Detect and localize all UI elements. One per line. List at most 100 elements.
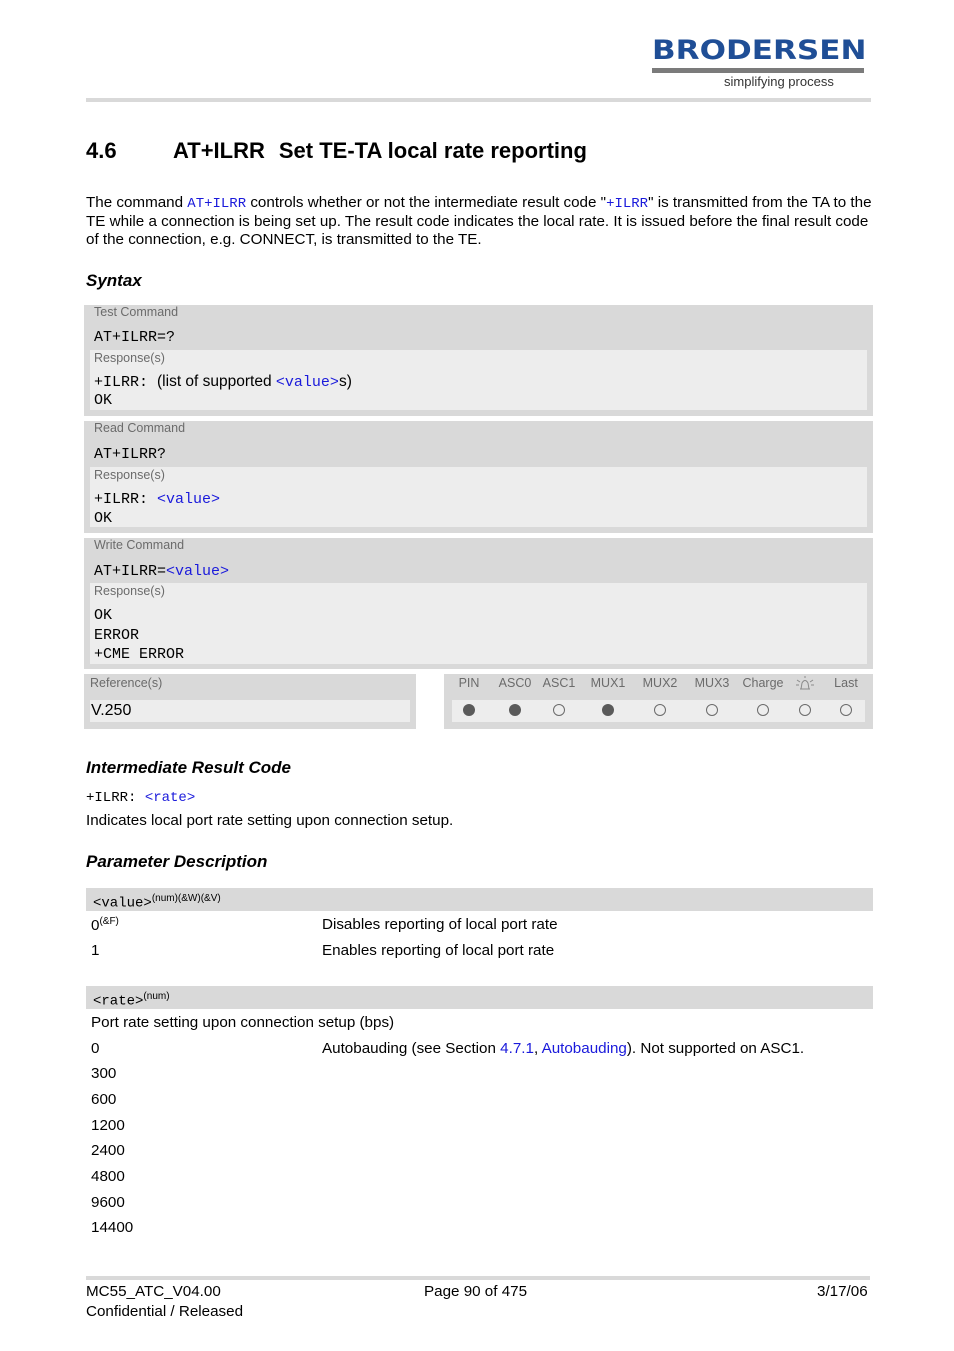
syntax-heading: Syntax: [86, 271, 142, 290]
mode-label: MUX2: [642, 676, 678, 690]
brand-logo: BRODERSEN: [652, 35, 867, 66]
value-param-link[interactable]: <value>: [166, 563, 229, 580]
mode-supported-dot: [463, 704, 475, 716]
mode-label: MUX1: [590, 676, 626, 690]
rate-param-header: <rate>(num): [86, 986, 873, 1010]
response-label: Response(s): [94, 584, 165, 598]
mode-unsupported-dot: [706, 704, 718, 716]
rate-value: 600: [91, 1091, 117, 1108]
urc-prefix: +ILRR:: [86, 790, 145, 806]
value-row-desc: Disables reporting of local port rate: [322, 916, 558, 933]
write-command-block: Write Command AT+ILRR=<value> Response(s…: [84, 538, 873, 669]
test-command-block: Test Command AT+ILRR=? Response(s) +ILRR…: [84, 305, 873, 416]
param-attrs: (num)(&W)(&V): [151, 893, 221, 904]
intro-paragraph: The command AT+ILRR controls whether or …: [86, 194, 872, 249]
param-name-text: <value>: [93, 895, 152, 912]
write-command-prefix: AT+ILRR=: [94, 563, 167, 580]
mode-supported-dot: [602, 704, 614, 716]
mode-support-table: PIN ASC0 ASC1 MUX1 MUX2 MUX3 Charge Last: [444, 674, 873, 729]
rate-param-link[interactable]: <rate>: [145, 790, 195, 806]
reference-value: V.250: [90, 700, 410, 722]
rate-row-desc: Autobauding (see Section 4.7.1, Autobaud…: [322, 1040, 804, 1057]
urc-heading: Intermediate Result Code: [86, 758, 291, 777]
rate-value: 14400: [91, 1219, 134, 1236]
test-response-line: +ILRR: (list of supported <value>s): [94, 373, 352, 391]
read-response-ok: OK: [94, 510, 113, 527]
test-response-ok: OK: [94, 392, 113, 409]
urc-description: Indicates local port rate setting upon c…: [86, 812, 454, 829]
footer-page-number: Page 90 of 475: [424, 1283, 528, 1300]
brand-tagline: simplifying process: [724, 74, 834, 89]
read-response-block: Response(s) +ILRR: <value> OK: [90, 467, 867, 527]
autobauding-link[interactable]: Autobauding: [542, 1040, 627, 1057]
read-command: AT+ILRR?: [94, 446, 167, 463]
value-param-header: <value>(num)(&W)(&V): [86, 888, 873, 912]
test-command-label: Test Command: [94, 305, 179, 319]
mode-label: ASC1: [542, 676, 576, 690]
value-row-key: 0(&F): [91, 916, 119, 934]
mode-label: MUX3: [694, 676, 730, 690]
mode-unsupported-dot: [799, 704, 811, 716]
footer-date: 3/17/06: [817, 1283, 868, 1300]
mode-unsupported-dot: [654, 704, 666, 716]
write-response-error: ERROR: [94, 627, 140, 644]
test-response-block: Response(s) +ILRR: (list of supported <v…: [90, 350, 867, 410]
rate-desc-text: Autobauding (see Section: [322, 1040, 501, 1057]
footer-doc-id: MC55_ATC_V04.00: [86, 1283, 221, 1300]
urc-link[interactable]: +ILRR: [606, 196, 648, 212]
response-label: Response(s): [94, 468, 165, 482]
rate-value: 2400: [91, 1142, 125, 1159]
write-response-cme-error: +CME ERROR: [94, 646, 185, 663]
rate-value: 9600: [91, 1194, 125, 1211]
mode-unsupported-dot: [840, 704, 852, 716]
reference-block: Reference(s) V.250: [84, 674, 416, 729]
write-command-label: Write Command: [94, 538, 185, 552]
test-command: AT+ILRR=?: [94, 329, 176, 346]
response-label: Response(s): [94, 351, 165, 365]
rate-value: 1200: [91, 1117, 125, 1134]
intro-text: controls whether or not the intermediate…: [246, 194, 607, 211]
urc-syntax: +ILRR: <rate>: [86, 790, 195, 806]
param-name-text: <rate>: [93, 993, 144, 1010]
param-heading: Parameter Description: [86, 852, 268, 871]
mode-label: ASC0: [498, 676, 532, 690]
section-number: 4.6: [86, 138, 117, 163]
section-title: 4.6 AT+ILRR Set TE-TA local rate reporting: [86, 138, 587, 164]
intro-text: The command: [86, 194, 188, 211]
value-param-link[interactable]: <value>: [157, 491, 220, 508]
section-command: AT+ILRR: [173, 138, 265, 163]
reference-text: V.250: [91, 702, 132, 719]
write-command: AT+ILRR=<value>: [94, 563, 229, 580]
response-prefix: +ILRR:: [94, 374, 158, 391]
read-response-line: +ILRR: <value>: [94, 491, 220, 508]
rate-row-key: 0: [91, 1040, 100, 1057]
rate-desc-text: ,: [533, 1040, 542, 1057]
header-rule: [86, 98, 871, 102]
command-link[interactable]: AT+ILRR: [187, 196, 246, 212]
param-attrs: (num): [143, 991, 170, 1002]
value-default-marker: (&F): [99, 916, 119, 927]
mode-label: Last: [834, 676, 858, 690]
read-command-label: Read Command: [94, 421, 186, 435]
read-command-block: Read Command AT+ILRR? Response(s) +ILRR:…: [84, 421, 873, 533]
mode-label: PIN: [458, 676, 480, 690]
rate-param-name: <rate>(num): [93, 991, 170, 1010]
response-text: (list of supported: [157, 373, 276, 390]
write-response-ok: OK: [94, 607, 113, 624]
mode-supported-dot: [509, 704, 521, 716]
rate-value: 4800: [91, 1168, 125, 1185]
rate-desc-text: ). Not supported on ASC1.: [626, 1040, 805, 1057]
footer-rule: [86, 1276, 870, 1280]
value-param-link[interactable]: <value>: [276, 374, 339, 391]
write-response-block: Response(s) OK ERROR +CME ERROR: [90, 583, 867, 664]
value-row-desc: Enables reporting of local port rate: [322, 942, 555, 959]
section-name: Set TE-TA local rate reporting: [278, 138, 587, 163]
logo-bar: [652, 68, 864, 73]
footer-status: Confidential / Released: [86, 1303, 244, 1320]
rate-intro: Port rate setting upon connection setup …: [91, 1014, 395, 1031]
mode-unsupported-dot: [553, 704, 565, 716]
section-link[interactable]: 4.7.1: [500, 1040, 534, 1057]
response-prefix: +ILRR:: [94, 491, 158, 508]
value-param-name: <value>(num)(&W)(&V): [93, 893, 221, 912]
value-row-key: 1: [91, 942, 100, 959]
